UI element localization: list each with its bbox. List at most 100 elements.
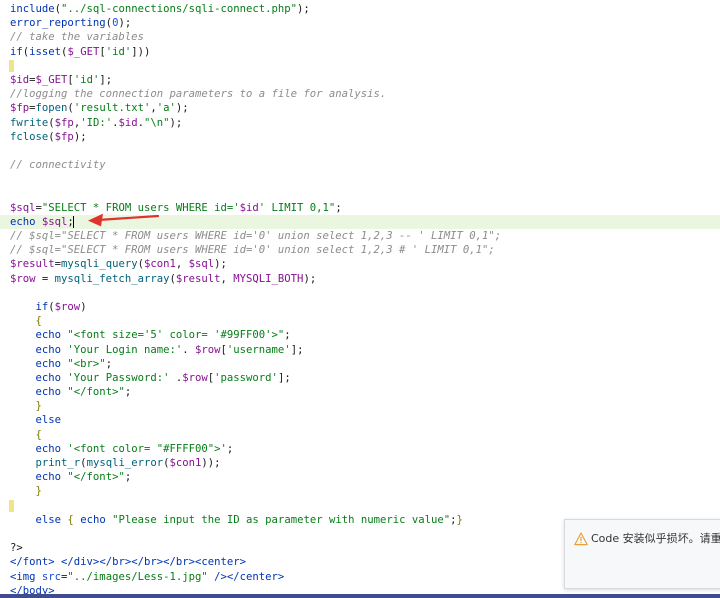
code-token: mysqli_query — [61, 258, 138, 271]
code-line[interactable]: include("../sql-connections/sqli-connect… — [0, 2, 720, 16]
code-token: $con1 — [169, 457, 202, 469]
code-token: </br> — [163, 556, 195, 569]
code-line[interactable]: print_r(mysqli_error($con1)); — [0, 456, 720, 470]
code-token: fclose — [10, 130, 49, 143]
code-token: "<font size='5' color= '#99FF00'>" — [67, 329, 285, 342]
code-line[interactable] — [0, 144, 720, 158]
code-token: 'Your Password:' — [67, 371, 170, 384]
code-line[interactable]: // take the variables — [0, 30, 720, 44]
code-token: $row — [182, 371, 208, 384]
code-token: // $sql="SELECT * FROM users WHERE id='0… — [10, 244, 495, 257]
code-token: ]; — [99, 73, 113, 86]
code-token: "Please input the ID as parameter with n… — [112, 513, 451, 526]
code-token: $result — [175, 272, 221, 285]
code-token: $fp — [10, 102, 30, 115]
code-token: 'a' — [156, 102, 176, 115]
code-line[interactable]: echo 'Your Login name:'. $row['username'… — [0, 343, 720, 357]
code-line[interactable] — [0, 172, 720, 186]
code-line[interactable]: // $sql="SELECT * FROM users WHERE id='0… — [0, 243, 720, 257]
code-line[interactable]: echo "<font size='5' color= '#99FF00'>"; — [0, 328, 720, 342]
code-token: 'username' — [226, 343, 291, 356]
code-token: } — [35, 485, 42, 498]
code-token: $sql — [10, 201, 36, 214]
code-token: ; — [124, 471, 132, 484]
code-token: )); — [201, 457, 221, 469]
code-line[interactable]: //logging the connection parameters to a… — [0, 87, 720, 101]
code-line[interactable]: echo "</font>"; — [0, 385, 720, 399]
code-token: , — [175, 258, 189, 271]
code-token: if — [10, 45, 23, 58]
code-token: ); — [118, 17, 132, 30]
code-token: /> — [214, 570, 227, 583]
code-lines[interactable]: include("../sql-connections/sqli-connect… — [0, 2, 720, 598]
code-token: $row — [10, 272, 36, 285]
code-token: ; — [284, 329, 291, 342]
code-token: , — [220, 272, 234, 285]
code-line[interactable] — [0, 499, 720, 513]
code-line[interactable]: fclose($fp); — [0, 130, 720, 144]
code-token: ' LIMIT 0,1" — [258, 201, 336, 214]
code-token: <center> — [195, 556, 247, 569]
code-token: </center> — [226, 570, 285, 583]
code-token: ); — [214, 258, 227, 271]
code-line[interactable]: { — [0, 314, 720, 328]
code-token: fopen — [35, 102, 68, 115]
code-token: 'Your Login name:' — [67, 343, 183, 356]
code-token: { — [35, 428, 42, 441]
code-token: </br> — [131, 556, 164, 569]
code-line[interactable]: $fp=fopen('result.txt','a'); — [0, 101, 720, 115]
code-token: ; — [105, 357, 113, 370]
code-line[interactable] — [0, 59, 720, 73]
code-line[interactable]: $result=mysqli_query($con1, $sql); — [0, 257, 720, 271]
code-line[interactable]: echo "</font>"; — [0, 470, 720, 484]
code-line[interactable]: } — [0, 399, 720, 413]
code-token: fwrite — [10, 116, 49, 129]
code-line[interactable]: // $sql="SELECT * FROM users WHERE id='0… — [0, 229, 720, 243]
code-token: // connectivity — [10, 159, 106, 172]
line-change-marker — [9, 499, 14, 512]
code-line[interactable] — [0, 186, 720, 200]
code-line[interactable]: if(isset($_GET['id'])) — [0, 45, 720, 59]
code-line[interactable]: if($row) — [0, 300, 720, 314]
code-line[interactable]: $row = mysqli_fetch_array($result, MYSQL… — [0, 272, 720, 286]
code-token: $sql — [41, 215, 68, 228]
code-line[interactable]: // connectivity — [0, 158, 720, 172]
code-editor[interactable]: include("../sql-connections/sqli-connect… — [0, 0, 720, 598]
code-token: $_GET — [67, 45, 100, 58]
code-token: ); — [297, 3, 310, 15]
code-token: // take the variables — [10, 31, 144, 44]
code-token: error_reporting — [10, 17, 106, 30]
code-token: echo — [35, 343, 62, 356]
code-line[interactable]: echo "<br>"; — [0, 357, 720, 371]
code-line[interactable]: } — [0, 484, 720, 498]
code-token: "../sql-connections/sqli-connect.php" — [61, 3, 298, 15]
code-line[interactable]: { — [0, 428, 720, 442]
code-token: else — [35, 513, 62, 526]
notification-toast[interactable]: Code 安装似乎损坏。请重新安装。 — [564, 519, 720, 589]
code-token: "../images/Less-1.jpg" — [67, 570, 208, 583]
code-token: ])) — [131, 45, 151, 58]
warning-icon — [574, 532, 588, 546]
code-line[interactable]: echo '<font color= "#FFFF00">'; — [0, 442, 720, 456]
code-line[interactable] — [0, 286, 720, 300]
code-line[interactable]: $id=$_GET['id']; — [0, 73, 720, 87]
code-token: </div> — [61, 556, 100, 569]
code-token: //logging the connection parameters to a… — [10, 88, 387, 101]
code-token: ); — [175, 102, 189, 115]
code-token: ?> — [10, 542, 23, 555]
code-token: '<font color= "#FFFF00">' — [67, 442, 227, 455]
code-token: ; — [124, 386, 132, 399]
code-token: } — [35, 400, 42, 413]
code-line[interactable]: error_reporting(0); — [0, 16, 720, 30]
code-line[interactable]: else — [0, 413, 720, 427]
code-line[interactable]: echo 'Your Password:' .$row['password']; — [0, 371, 720, 385]
code-line[interactable]: fwrite($fp,'ID:'.$id."\n"); — [0, 116, 720, 130]
code-token: echo — [35, 471, 62, 484]
code-token: </font> — [10, 556, 55, 569]
code-token: 'id' — [73, 73, 100, 86]
